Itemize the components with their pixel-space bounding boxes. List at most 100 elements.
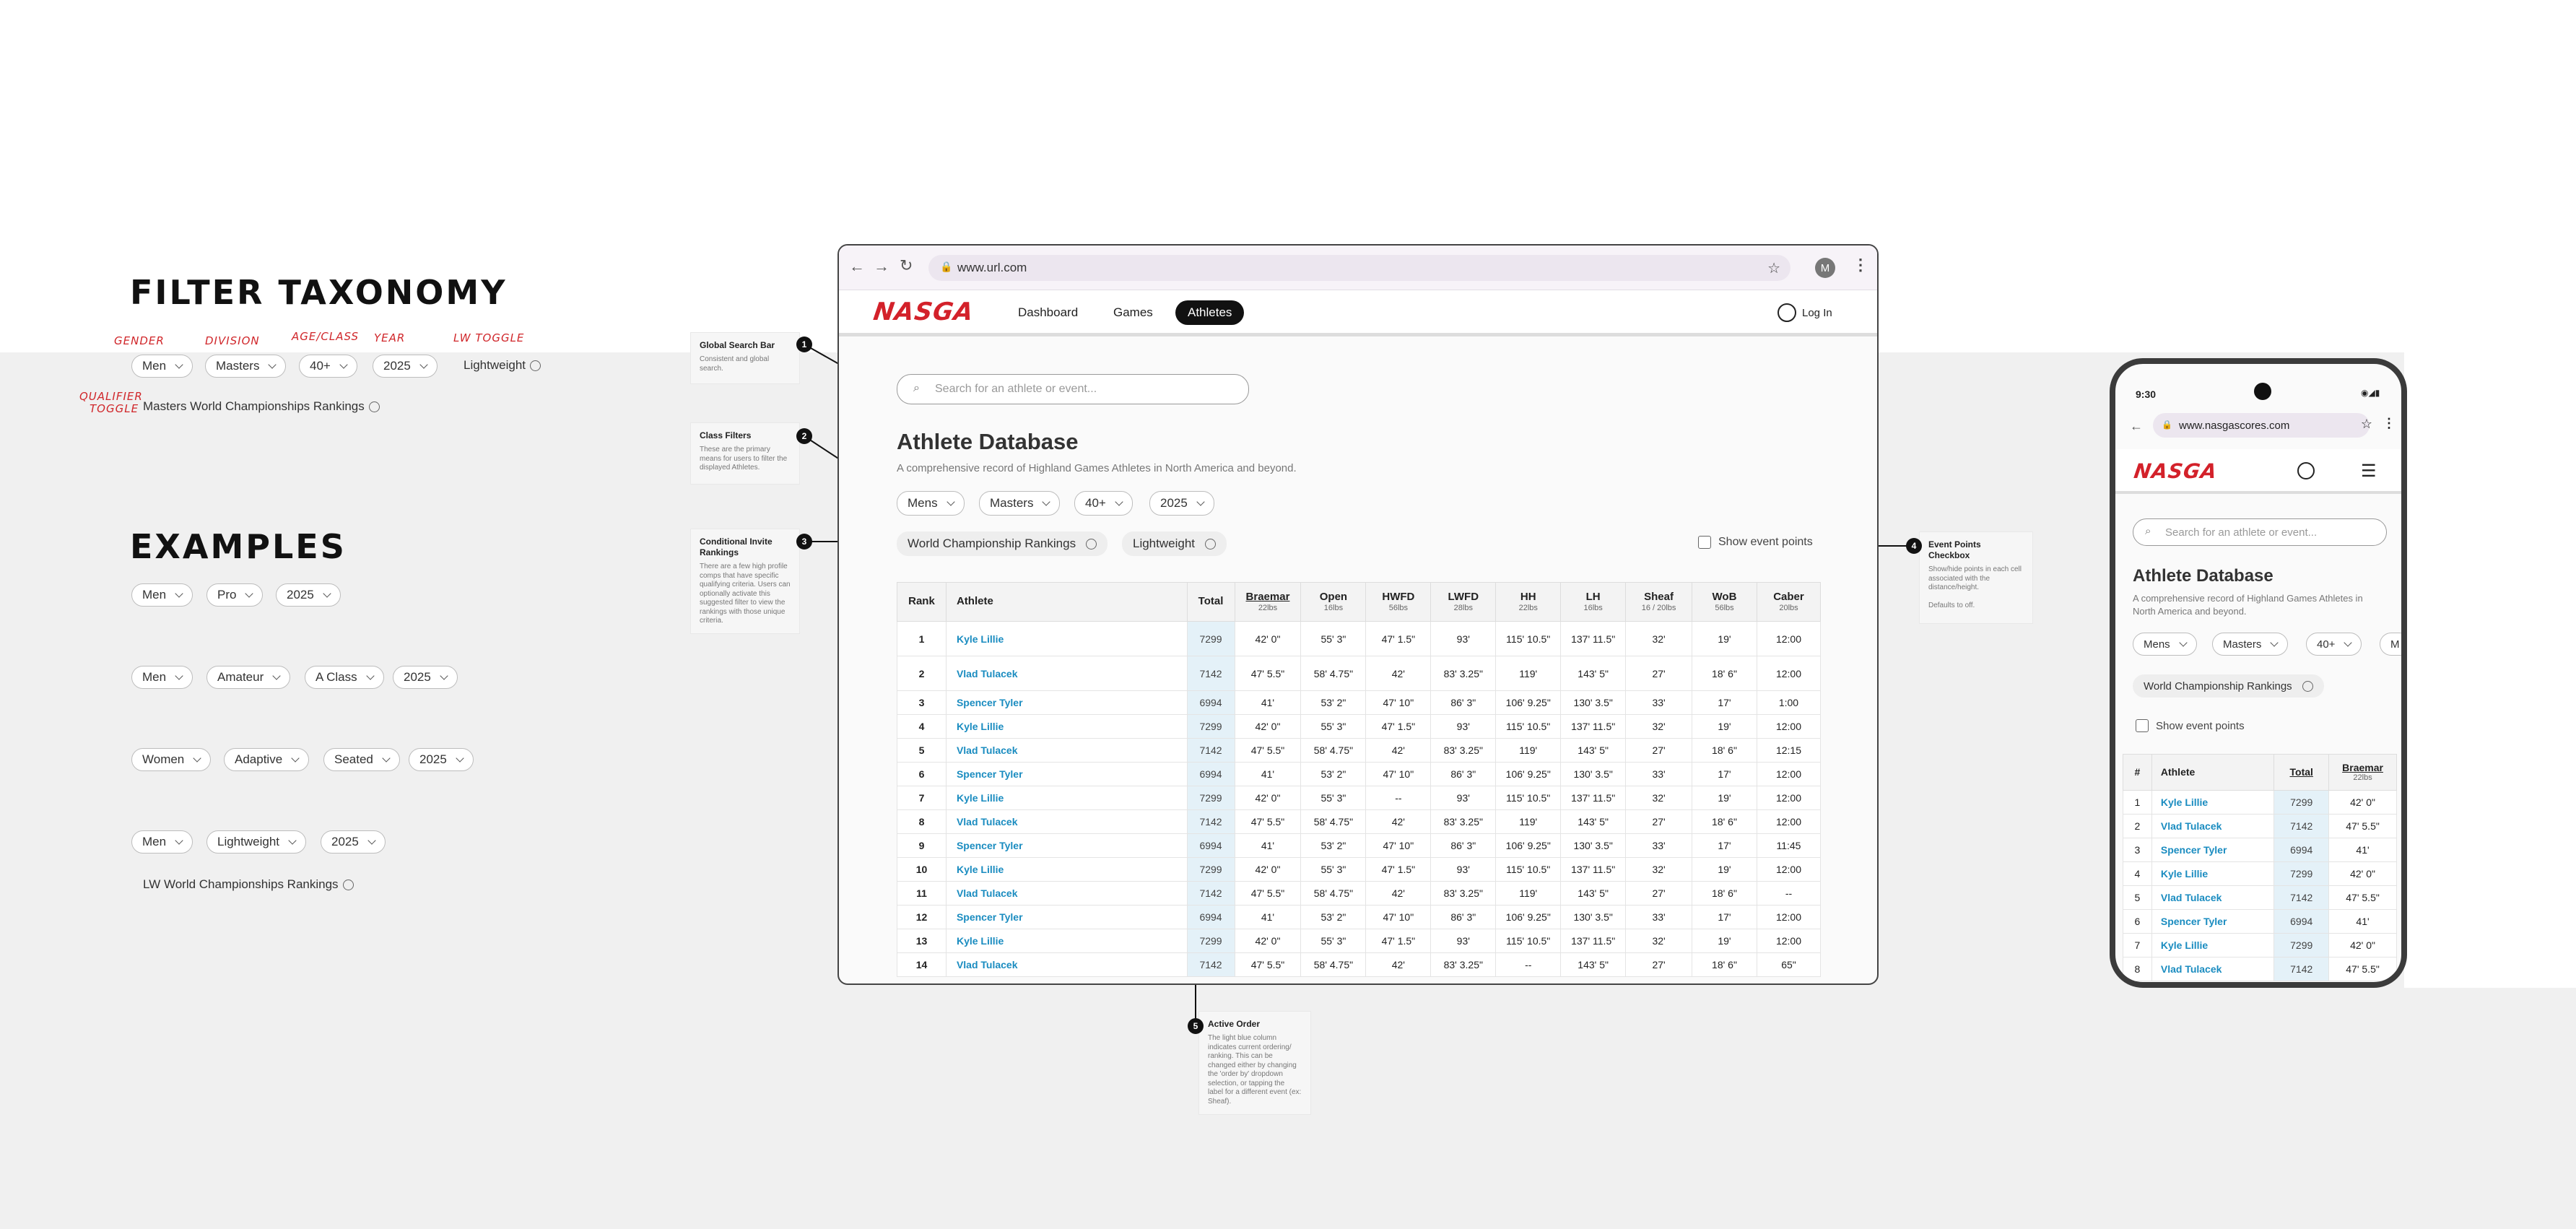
athlete-link[interactable]: Spencer Tyler [945,905,1188,929]
table-row[interactable]: 7 Kyle Lillie 7299 42' 0" 55' 3" -- 93' 115' 10… [897,786,1822,810]
world-champ-toggle[interactable]: World Championship Rankings [897,531,1108,556]
table-row[interactable]: 6 Spencer Tyler 6994 41' 53' 2" 47' 10" 86' 3"… [897,762,1822,786]
athlete-link[interactable]: Kyle Lillie [945,857,1188,882]
global-search-input[interactable]: ⌕ Search for an athlete or event... [2133,518,2387,546]
athlete-link[interactable]: Kyle Lillie [2151,861,2275,886]
col-sheaf[interactable]: Sheaf 16 / 20lbs [1625,582,1693,622]
url-bar[interactable]: 🔒 www.url.com ☆ [928,255,1790,281]
checkbox-icon[interactable] [1698,536,1711,549]
athlete-link[interactable]: Kyle Lillie [945,621,1188,656]
athlete-link[interactable]: Vlad Tulacek [945,809,1188,834]
table-row[interactable]: 7 Kyle Lillie 7299 42' 0" [2123,933,2397,957]
star-icon[interactable]: ☆ [1767,259,1780,277]
avatar[interactable]: M [1815,258,1835,278]
athlete-link[interactable]: Kyle Lillie [945,714,1188,739]
back-icon[interactable]: ← [2130,419,2143,434]
col-open[interactable]: Open 16lbs [1300,582,1367,622]
athlete-link[interactable]: Vlad Tulacek [945,881,1188,906]
menu-icon[interactable]: ☰ [2361,461,2377,482]
athlete-link[interactable]: Vlad Tulacek [2151,957,2275,981]
table-row[interactable]: 8 Vlad Tulacek 7142 47' 5.5" [2123,957,2397,981]
lightweight-toggle[interactable]: Lightweight [1122,531,1227,556]
filter-division[interactable]: Masters [979,491,1061,516]
table-row[interactable]: 4 Kyle Lillie 7299 42' 0" 55' 3" 47' 1.5" 93' 1… [897,714,1822,739]
cell-total: 6994 [1186,690,1235,715]
cell-event: 47' 5.5" [1234,881,1302,906]
col-wob[interactable]: WoB 56lbs [1692,582,1757,622]
table-row[interactable]: 11 Vlad Tulacek 7142 47' 5.5" 58' 4.75" 42' 83… [897,881,1822,906]
star-icon[interactable]: ☆ [2361,417,2372,432]
col-total[interactable]: Total [2273,754,2330,791]
table-row[interactable]: 5 Vlad Tulacek 7142 47' 5.5" 58' 4.75" 42' 83'… [897,738,1822,763]
cell-total: 7299 [1186,929,1235,953]
athlete-link[interactable]: Kyle Lillie [945,929,1188,953]
table-row[interactable]: 3 Spencer Tyler 6994 41' 53' 2" 47' 10" 86' 3"… [897,690,1822,715]
table-row[interactable]: 2 Vlad Tulacek 7142 47' 5.5" [2123,814,2397,838]
athlete-link[interactable]: Spencer Tyler [2151,909,2275,934]
table-row[interactable]: 9 Spencer Tyler 6994 41' 53' 2" 47' 10" 86' 3"… [897,833,1822,858]
athlete-link[interactable]: Spencer Tyler [2151,838,2275,862]
athlete-link[interactable]: Vlad Tulacek [945,738,1188,763]
col-lh[interactable]: LH 16lbs [1560,582,1627,622]
col-lwfd[interactable]: LWFD 28lbs [1430,582,1497,622]
table-row[interactable]: 12 Spencer Tyler 6994 41' 53' 2" 47' 10" 86' 3… [897,905,1822,929]
nav-games[interactable]: Games [1113,305,1153,320]
athlete-link[interactable]: Spencer Tyler [945,762,1188,786]
checkbox-icon[interactable] [2136,719,2149,732]
table-row[interactable]: 10 Kyle Lillie 7299 42' 0" 55' 3" 47' 1.5" 93'… [897,857,1822,882]
nasga-logo[interactable]: NASGA [2133,459,2219,483]
filter-age[interactable]: 40+ [1074,491,1133,516]
table-row[interactable]: 6 Spencer Tyler 6994 41' [2123,909,2397,934]
col-rank[interactable]: # [2123,754,2152,791]
table-row[interactable]: 14 Vlad Tulacek 7142 47' 5.5" 58' 4.75" 42' 83… [897,952,1822,977]
athlete-link[interactable]: Kyle Lillie [2151,790,2275,815]
url-bar[interactable]: 🔒 www.nasgascores.com ☆ [2153,413,2372,438]
table-row[interactable]: 1 Kyle Lillie 7299 42' 0" 55' 3" 47' 1.5" 93' 1… [897,621,1822,656]
more-icon[interactable]: ⋮ [1853,256,1868,274]
reload-icon[interactable]: ↻ [900,256,913,275]
filter-division[interactable]: Masters [2212,633,2289,656]
global-search-input[interactable]: ⌕ Search for an athlete or event... [897,374,1249,404]
login-link[interactable]: Log In [1802,307,1832,319]
show-points-checkbox[interactable]: Show event points [2136,719,2245,732]
forward-icon[interactable]: → [874,257,889,276]
athlete-link[interactable]: Vlad Tulacek [945,656,1188,691]
col-athlete[interactable]: Athlete [945,582,1188,622]
athlete-link[interactable]: Spencer Tyler [945,690,1188,715]
table-row[interactable]: 1 Kyle Lillie 7299 42' 0" [2123,790,2397,815]
athlete-link[interactable]: Kyle Lillie [945,786,1188,810]
table-row[interactable]: 13 Kyle Lillie 7299 42' 0" 55' 3" 47' 1.5" 93'… [897,929,1822,953]
show-points-checkbox[interactable]: Show event points [1698,536,1813,549]
back-icon[interactable]: ← [849,257,865,276]
filter-age[interactable]: 40+ [2306,633,2362,656]
filter-year[interactable]: M [2380,633,2401,656]
col-caber[interactable]: Caber 20lbs [1756,582,1822,622]
col-hh[interactable]: HH 22lbs [1495,582,1562,622]
table-row[interactable]: 3 Spencer Tyler 6994 41' [2123,838,2397,862]
more-icon[interactable]: ⋮ [2383,416,2396,431]
athlete-link[interactable]: Vlad Tulacek [945,952,1188,977]
table-row[interactable]: 5 Vlad Tulacek 7142 47' 5.5" [2123,885,2397,910]
filter-year[interactable]: 2025 [1149,491,1214,516]
col-rank[interactable]: Rank [897,582,947,622]
nav-athletes[interactable]: Athletes [1175,300,1245,325]
filter-gender[interactable]: Mens [897,491,965,516]
col-hwfd[interactable]: HWFD 56lbs [1365,582,1432,622]
user-icon[interactable] [1777,303,1796,322]
col-braemar[interactable]: Braemar 22lbs [1234,582,1302,622]
user-icon[interactable] [2297,462,2315,479]
filter-gender[interactable]: Mens [2133,633,2197,656]
table-row[interactable]: 8 Vlad Tulacek 7142 47' 5.5" 58' 4.75" 42' 83'… [897,809,1822,834]
col-braemar[interactable]: Braemar 22lbs [2328,754,2397,791]
col-athlete[interactable]: Athlete [2151,754,2275,791]
athlete-link[interactable]: Spencer Tyler [945,833,1188,858]
table-row[interactable]: 2 Vlad Tulacek 7142 47' 5.5" 58' 4.75" 42' 83'… [897,656,1822,691]
table-row[interactable]: 4 Kyle Lillie 7299 42' 0" [2123,861,2397,886]
col-total[interactable]: Total [1186,582,1235,622]
athlete-link[interactable]: Vlad Tulacek [2151,814,2275,838]
nav-dashboard[interactable]: Dashboard [1018,305,1078,320]
nasga-logo[interactable]: NASGA [871,298,975,326]
athlete-link[interactable]: Kyle Lillie [2151,933,2275,957]
world-champ-toggle[interactable]: World Championship Rankings [2133,674,2324,698]
athlete-link[interactable]: Vlad Tulacek [2151,885,2275,910]
